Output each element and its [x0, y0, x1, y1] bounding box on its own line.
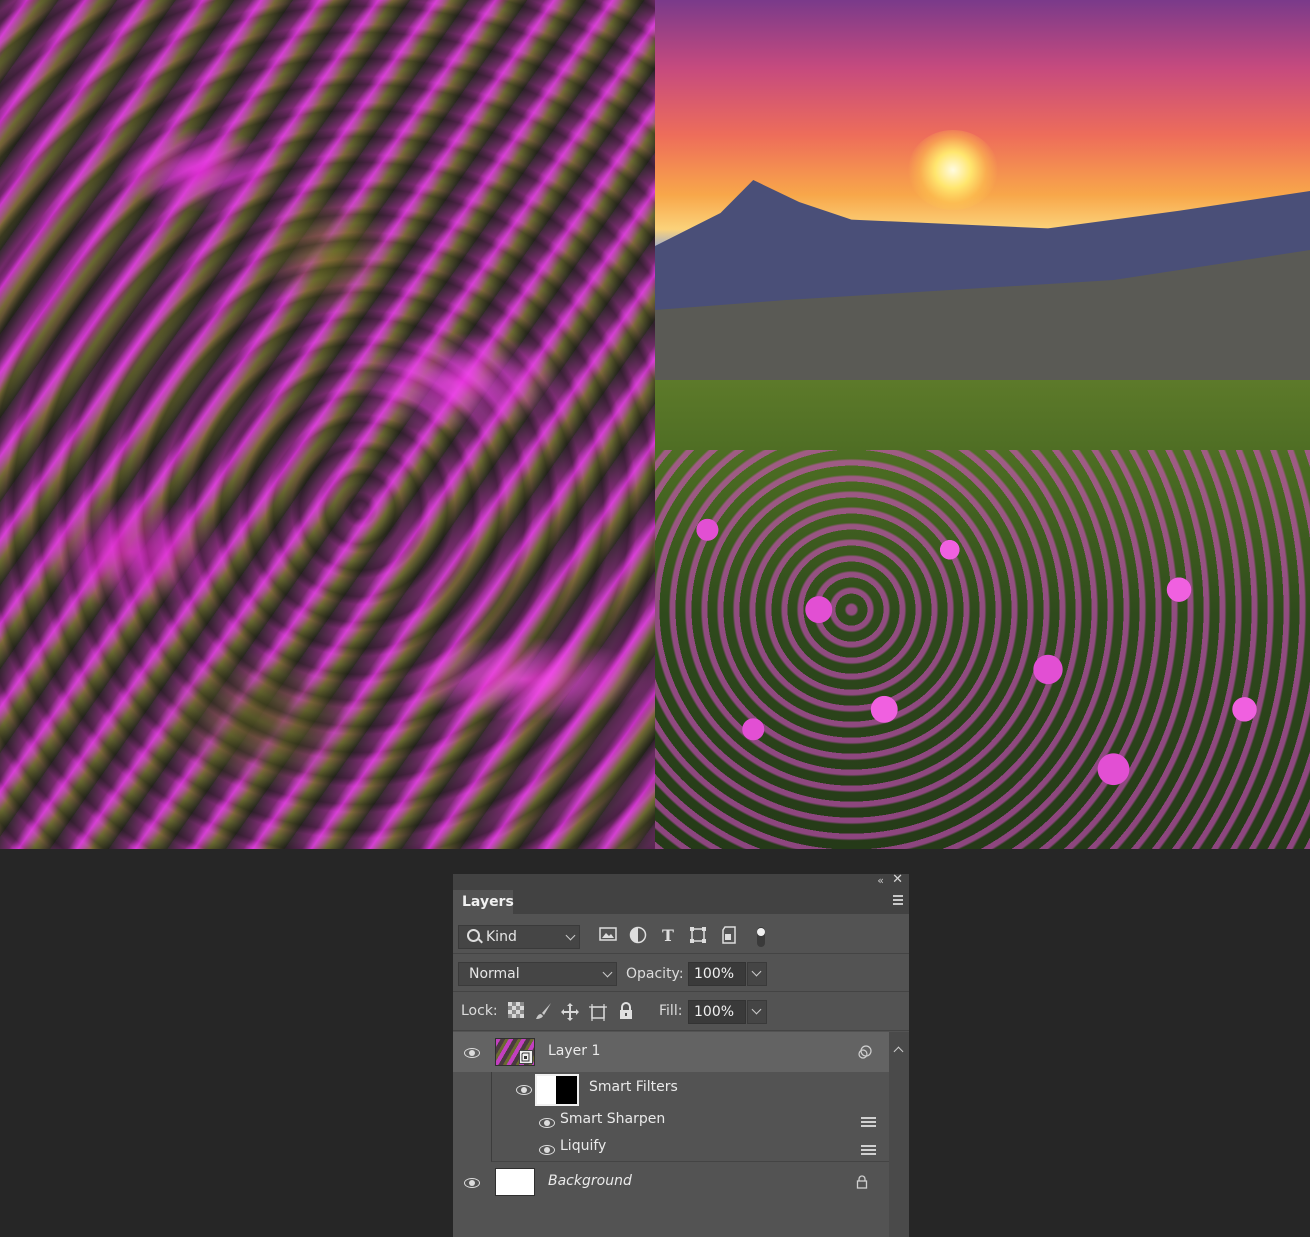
- filter-row-smart-sharpen[interactable]: Smart Sharpen: [491, 1108, 889, 1135]
- lock-all-icon[interactable]: [616, 1002, 636, 1022]
- layer-list-scrollbar[interactable]: [889, 1032, 909, 1237]
- fill-label: Fill:: [659, 1003, 683, 1019]
- lock-transparent-pixels-icon[interactable]: [506, 1002, 526, 1022]
- layer-thumbnail[interactable]: [495, 1168, 535, 1196]
- filter-toggle-icon[interactable]: [751, 926, 771, 947]
- chevron-down-icon: [751, 966, 762, 977]
- lock-row: Lock: Fill: 100%: [453, 993, 909, 1031]
- lock-position-icon[interactable]: [560, 1002, 580, 1022]
- chevron-down-icon: [602, 967, 613, 978]
- collapse-panel-icon[interactable]: «: [877, 874, 884, 887]
- chevron-down-icon: [565, 930, 576, 941]
- blend-mode-select[interactable]: Normal: [458, 962, 617, 986]
- panel-menu-icon[interactable]: [893, 895, 903, 907]
- smart-filters-row[interactable]: Smart Filters: [491, 1072, 889, 1108]
- opacity-input[interactable]: 100%: [688, 962, 746, 986]
- sun: [908, 130, 998, 210]
- filter-row: Kind T: [453, 914, 909, 954]
- smart-filters-name[interactable]: Smart Filters: [589, 1079, 678, 1095]
- visibility-eye-icon[interactable]: [539, 1118, 555, 1128]
- filter-name[interactable]: Liquify: [560, 1138, 606, 1154]
- blend-row: Normal Opacity: 100%: [453, 955, 909, 992]
- layer-row-layer-1[interactable]: Layer 1: [453, 1032, 889, 1072]
- smart-filter-mask-thumbnail[interactable]: [535, 1074, 579, 1106]
- pixel-filter-icon[interactable]: [598, 926, 618, 946]
- original-image: [655, 0, 1310, 849]
- lock-artboard-icon[interactable]: [588, 1002, 608, 1022]
- layer-thumbnail[interactable]: [495, 1038, 535, 1066]
- opacity-label: Opacity:: [626, 966, 684, 982]
- visibility-eye-icon[interactable]: [516, 1085, 532, 1095]
- flowers: [655, 450, 1310, 849]
- visibility-eye-icon[interactable]: [539, 1145, 555, 1155]
- fill-input[interactable]: 100%: [688, 1000, 746, 1024]
- smart-object-filter-icon[interactable]: [719, 926, 739, 946]
- blend-mode-value: Normal: [469, 966, 520, 982]
- lock-image-pixels-icon[interactable]: [534, 1002, 554, 1022]
- smart-filter-options-icon[interactable]: [858, 1045, 872, 1059]
- layer-name[interactable]: Background: [548, 1173, 632, 1189]
- layer-name[interactable]: Layer 1: [548, 1043, 600, 1059]
- opacity-dropdown[interactable]: [747, 962, 767, 986]
- kind-filter-select[interactable]: Kind: [458, 925, 580, 949]
- adjustment-filter-icon[interactable]: [628, 926, 648, 946]
- filter-name[interactable]: Smart Sharpen: [560, 1111, 665, 1127]
- visibility-eye-icon[interactable]: [464, 1178, 480, 1188]
- panel-tabbar: Layers: [453, 890, 909, 914]
- smart-object-badge-icon: [519, 1050, 533, 1064]
- shape-filter-icon[interactable]: [688, 926, 708, 946]
- liquified-image: [0, 0, 655, 849]
- filter-blending-options-icon[interactable]: [861, 1116, 877, 1128]
- document-canvas[interactable]: [0, 0, 1310, 849]
- fill-dropdown[interactable]: [747, 1000, 767, 1024]
- search-icon: [467, 929, 480, 942]
- panel-header-bar: « ✕: [453, 872, 909, 890]
- lock-label: Lock:: [461, 1003, 498, 1019]
- layers-panel: « ✕ Layers Kind T Normal Opacity: 100% L…: [453, 872, 909, 1237]
- tab-layers[interactable]: Layers: [453, 890, 514, 914]
- visibility-eye-icon[interactable]: [464, 1048, 480, 1058]
- close-panel-icon[interactable]: ✕: [892, 872, 903, 887]
- layer-row-background[interactable]: Background: [453, 1162, 889, 1202]
- chevron-down-icon: [751, 1004, 762, 1015]
- lock-icon: [856, 1175, 868, 1189]
- type-filter-icon[interactable]: T: [658, 926, 678, 946]
- chevron-up-icon[interactable]: [893, 1046, 904, 1057]
- kind-label: Kind: [486, 929, 517, 945]
- filter-row-liquify[interactable]: Liquify: [491, 1135, 889, 1162]
- filter-blending-options-icon[interactable]: [861, 1144, 877, 1156]
